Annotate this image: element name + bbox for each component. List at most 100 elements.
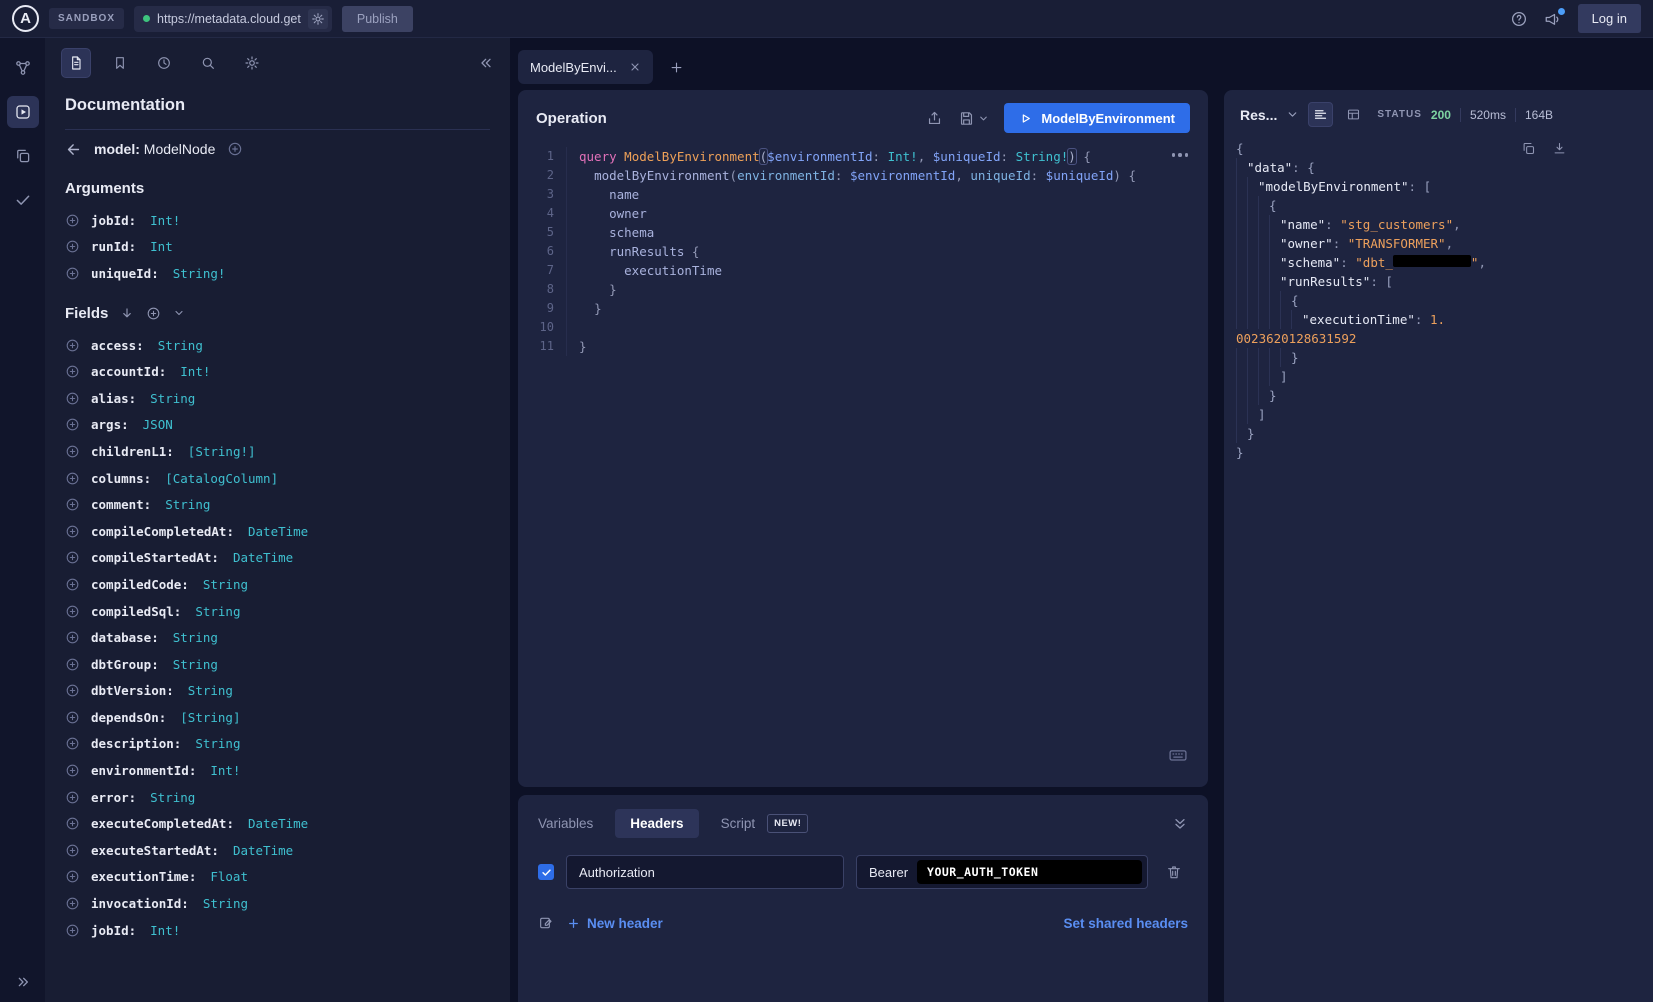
add-to-query-button[interactable] [65,816,80,831]
add-to-query-button[interactable] [65,683,80,698]
login-button[interactable]: Log in [1578,4,1641,33]
add-to-query-button[interactable] [65,869,80,884]
add-to-query-button[interactable] [65,657,80,672]
add-fields-button[interactable] [146,306,161,321]
table-view-button[interactable] [1342,103,1365,126]
code-line[interactable]: 3 name [518,185,1208,204]
response-title[interactable]: Res... [1240,107,1277,123]
share-button[interactable] [926,110,943,127]
add-to-query-button[interactable] [65,843,80,858]
tool-bookmarks[interactable] [105,48,135,78]
add-to-query-button[interactable] [65,444,80,459]
add-to-query-button[interactable] [65,497,80,512]
announcements-button[interactable] [1544,10,1562,28]
code-line[interactable]: 7 executionTime [518,261,1208,280]
doc-field-row[interactable]: environmentId:Int! [65,757,490,784]
response-dropdown-button[interactable] [1286,108,1299,121]
add-to-query-button[interactable] [65,524,80,539]
tool-documentation[interactable] [61,48,91,78]
more-options-button[interactable] [1172,153,1189,157]
doc-field-row[interactable]: description:String [65,731,490,758]
doc-argument-row[interactable]: uniqueId:String! [65,260,490,287]
tool-settings[interactable] [237,48,267,78]
doc-field-row[interactable]: executeCompletedAt:DateTime [65,810,490,837]
header-value-field[interactable]: Bearer YOUR_AUTH_TOKEN [856,855,1148,889]
add-to-query-button[interactable] [65,391,80,406]
doc-field-row[interactable]: childrenL1:[String!] [65,438,490,465]
rail-item-checks[interactable] [7,184,39,216]
delete-header-button[interactable] [1166,864,1182,880]
add-to-query-button[interactable] [65,604,80,619]
tool-history[interactable] [149,48,179,78]
code-line[interactable]: 5 schema [518,223,1208,242]
code-line[interactable]: 4 owner [518,204,1208,223]
expand-rail-button[interactable] [15,974,31,990]
add-to-query-button[interactable] [65,736,80,751]
new-tab-button[interactable] [663,53,691,81]
preview-headers-button[interactable] [538,915,554,931]
doc-field-row[interactable]: executionTime:Float [65,864,490,891]
apollo-logo[interactable]: A [12,5,39,32]
tab-variables[interactable]: Variables [538,816,593,831]
help-button[interactable] [1510,10,1528,28]
close-tab-button[interactable] [629,61,641,73]
code-line[interactable]: 2 modelByEnvironment(environmentId: $env… [518,166,1208,185]
add-to-query-button[interactable] [65,364,80,379]
doc-field-row[interactable]: comment:String [65,491,490,518]
download-response-button[interactable] [1552,141,1567,156]
add-to-query-button[interactable] [65,266,80,281]
tool-search[interactable] [193,48,223,78]
doc-field-row[interactable]: executeStartedAt:DateTime [65,837,490,864]
doc-field-row[interactable]: compiledCode:String [65,571,490,598]
add-to-query-button[interactable] [65,239,80,254]
save-button[interactable] [958,110,989,127]
collapse-sidebar-button[interactable] [478,55,494,71]
doc-field-row[interactable]: dependsOn:[String] [65,704,490,731]
doc-field-row[interactable]: compileCompletedAt:DateTime [65,518,490,545]
doc-field-row[interactable]: database:String [65,624,490,651]
doc-argument-row[interactable]: jobId:Int! [65,207,490,234]
add-all-fields-button[interactable] [227,141,243,157]
sort-fields-button[interactable] [120,306,134,320]
rail-item-explorer[interactable] [7,96,39,128]
back-button[interactable] [65,141,82,158]
doc-field-row[interactable]: dbtGroup:String [65,651,490,678]
add-to-query-button[interactable] [65,923,80,938]
doc-field-row[interactable]: access:String [65,332,490,359]
run-operation-button[interactable]: ModelByEnvironment [1004,103,1190,133]
shared-headers-link[interactable]: Set shared headers [1063,916,1188,931]
formatted-view-button[interactable] [1308,102,1333,127]
code-line[interactable]: 11} [518,337,1208,356]
tab-headers[interactable]: Headers [615,809,698,838]
doc-field-row[interactable]: dbtVersion:String [65,678,490,705]
connection-settings-button[interactable] [308,9,328,29]
add-to-query-button[interactable] [65,577,80,592]
add-to-query-button[interactable] [65,417,80,432]
doc-argument-row[interactable]: runId:Int [65,234,490,261]
doc-field-row[interactable]: compileStartedAt:DateTime [65,545,490,572]
keyboard-shortcuts-button[interactable] [1168,745,1188,765]
add-to-query-button[interactable] [65,763,80,778]
doc-field-row[interactable]: columns:[CatalogColumn] [65,465,490,492]
code-line[interactable]: 8 } [518,280,1208,299]
auth-token-value[interactable]: YOUR_AUTH_TOKEN [917,860,1142,884]
add-fields-dropdown[interactable] [173,307,185,319]
doc-field-row[interactable]: compiledSql:String [65,598,490,625]
add-to-query-button[interactable] [65,213,80,228]
code-line[interactable]: 6 runResults { [518,242,1208,261]
rail-item-schema[interactable] [7,52,39,84]
add-to-query-button[interactable] [65,338,80,353]
header-enabled-checkbox[interactable] [538,864,554,880]
add-to-query-button[interactable] [65,896,80,911]
copy-response-button[interactable] [1521,141,1536,156]
doc-field-row[interactable]: invocationId:String [65,890,490,917]
header-key-input[interactable] [566,855,844,889]
add-to-query-button[interactable] [65,710,80,725]
collapse-panel-button[interactable] [1172,816,1188,832]
tab-script[interactable]: Script [721,816,756,831]
new-header-button[interactable]: New header [567,916,663,931]
endpoint-url-bar[interactable]: https://metadata.cloud.get [134,6,332,32]
doc-field-row[interactable]: alias:String [65,385,490,412]
add-to-query-button[interactable] [65,630,80,645]
code-line[interactable]: 9 } [518,299,1208,318]
